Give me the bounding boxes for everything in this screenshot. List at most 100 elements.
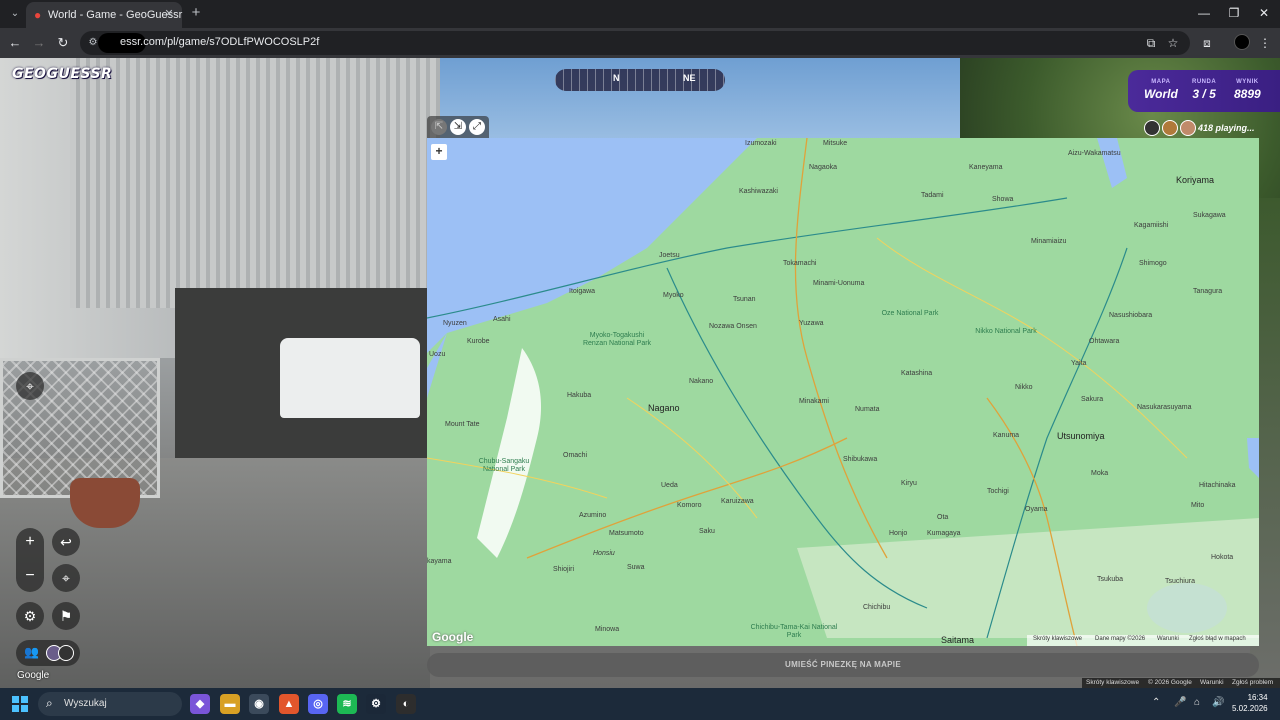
sv-terms-link[interactable]: Warunki xyxy=(1200,679,1224,686)
taskbar-search[interactable]: ⌕ Wyszukaj xyxy=(38,692,182,716)
copilot-app-icon[interactable]: ◆ xyxy=(190,694,210,714)
map-label-kayama: kayama xyxy=(427,558,452,565)
map-label-nagaoka: Nagaoka xyxy=(809,164,838,171)
map-label-sakura: Sakura xyxy=(1081,396,1104,403)
map-label-nikko: Nikko xyxy=(1015,384,1033,391)
map-label-minamiaizu: Minamiaizu xyxy=(1031,238,1067,245)
map-label-itoigawa: Itoigawa xyxy=(569,288,596,295)
system-clock[interactable]: 16:34 5.02.2026 xyxy=(1232,692,1268,714)
map-label-tanagura: Tanagura xyxy=(1193,288,1223,295)
map-report-link[interactable]: Zgłoś błąd w mapach xyxy=(1189,636,1246,642)
network-icon[interactable]: ⌂ xyxy=(1194,697,1200,708)
player-avatar xyxy=(1144,120,1160,136)
spotify-app-icon[interactable]: ≋ xyxy=(337,694,357,714)
settings-gear-icon[interactable]: ⚙ xyxy=(16,602,44,630)
undo-move-icon[interactable]: ↩ xyxy=(52,528,80,556)
streetview-attribution: Skróty klawiszowe © 2026 Google Warunki … xyxy=(1082,678,1280,688)
browser-tab[interactable]: ● World - Game - GeoGuessr ✕ xyxy=(26,2,182,28)
map-label-nasushiobara: Nasushiobara xyxy=(1109,312,1153,319)
install-app-icon[interactable]: ⧉ xyxy=(1142,34,1160,52)
taskbar-search-placeholder: Wyszukaj xyxy=(64,698,107,709)
map-label-moka: Moka xyxy=(1091,470,1109,477)
tray-overflow-icon[interactable]: ⌃ xyxy=(1152,697,1160,708)
map-enlarge-icon[interactable]: ⇲ xyxy=(450,119,466,135)
microphone-icon[interactable]: 🎤 xyxy=(1174,697,1186,708)
map-size-controls: ⇱ ⇲ ⤢ xyxy=(427,116,489,138)
players-online: 418 playing... xyxy=(1142,120,1280,136)
map-pin-size-icon[interactable]: ⇱ xyxy=(431,119,447,135)
map-google-logo: Google xyxy=(432,630,474,644)
map-shortcuts-link[interactable]: Skróty klawiszowe xyxy=(1033,636,1082,642)
sv-shortcuts-link[interactable]: Skróty klawiszowe xyxy=(1086,679,1139,686)
map-value: World xyxy=(1144,87,1178,101)
party-chat-button[interactable]: 👥 xyxy=(16,640,80,666)
map-label-saitama: Saitama xyxy=(941,635,975,645)
pin-marker-icon[interactable]: ⌖ xyxy=(16,372,44,400)
extensions-icon[interactable]: ⧈ xyxy=(1198,34,1216,52)
map-zoom-in-button[interactable]: + xyxy=(431,144,447,160)
guess-map[interactable]: + Izumozaki Mitsuke Nagaoka Kashiwazaki … xyxy=(427,138,1259,646)
round-value: 3 / 5 xyxy=(1192,87,1216,101)
people-icon: 👥 xyxy=(24,645,39,659)
map-label-myoko-park: Myoko-Togakushi Renzan National Park xyxy=(582,332,652,347)
search-icon: ⌕ xyxy=(46,696,53,710)
map-label-tokamachi: Tokamachi xyxy=(783,260,817,267)
map-label-komoro: Komoro xyxy=(677,502,702,509)
back-icon[interactable]: ← xyxy=(6,34,24,52)
map-label-chichibu: Chichibu xyxy=(863,604,891,611)
tab-search-chevron-icon[interactable]: ⌄ xyxy=(6,5,24,23)
map-label-kiryu: Kiryu xyxy=(901,480,917,487)
forward-icon[interactable]: → xyxy=(30,34,48,52)
map-label-hakuba: Hakuba xyxy=(567,392,592,399)
bookmark-star-icon[interactable]: ☆ xyxy=(1164,34,1182,52)
volume-icon[interactable]: 🔊 xyxy=(1212,697,1224,708)
discord-app-icon[interactable]: ◎ xyxy=(308,694,328,714)
flag-icon[interactable]: ⚑ xyxy=(52,602,80,630)
profile-avatar[interactable] xyxy=(1234,34,1250,50)
map-label: MAPA xyxy=(1151,79,1171,85)
zoom-out-button[interactable]: − xyxy=(16,562,44,590)
game-status-panel: MAPA World RUNDA 3 / 5 WYNIK 8899 xyxy=(1128,70,1280,112)
restore-icon[interactable]: ❐ xyxy=(1226,4,1242,22)
sv-report-link[interactable]: Zgłoś problem xyxy=(1232,679,1273,686)
reload-icon[interactable]: ↻ xyxy=(54,34,72,52)
map-label-tsukuba: Tsukuba xyxy=(1097,576,1124,583)
score-label: WYNIK xyxy=(1236,79,1259,85)
return-to-start-icon[interactable]: ⌖ xyxy=(52,564,80,592)
map-terms-link[interactable]: Warunki xyxy=(1157,636,1179,642)
map-label-chichibu-park: Chichibu-Tama-Kai National Park xyxy=(750,624,838,639)
score-value: 8899 xyxy=(1234,87,1261,101)
new-tab-button[interactable]: + xyxy=(188,5,204,21)
map-expand-icon[interactable]: ⤢ xyxy=(469,119,485,135)
brave-app-icon[interactable]: ▲ xyxy=(279,694,299,714)
map-label-sukagawa: Sukagawa xyxy=(1193,212,1226,219)
map-label-hokota: Hokota xyxy=(1211,554,1234,561)
map-label-honjo: Honjo xyxy=(889,530,908,537)
map-label-uozu: Uozu xyxy=(429,351,446,358)
url-text[interactable]: essr.com/pl/game/s7ODLfPWOCOSLP2f xyxy=(120,36,319,48)
place-pin-button[interactable]: UMIEŚĆ PINEZKĘ NA MAPIE xyxy=(427,653,1259,677)
game-viewport[interactable]: N NE GEOGUESSR MAPA World RUNDA 3 / 5 WY… xyxy=(0,58,1280,688)
map-label-yaita: Yaita xyxy=(1071,360,1087,367)
map-label-showa: Showa xyxy=(992,196,1014,203)
menu-kebab-icon[interactable]: ⋮ xyxy=(1256,34,1274,52)
map-label-mito: Mito xyxy=(1191,502,1205,509)
close-tab-icon[interactable]: ✕ xyxy=(162,7,176,21)
github-desktop-icon[interactable]: ◐ xyxy=(396,694,416,714)
map-label-tochigi: Tochigi xyxy=(987,488,1009,495)
windows-start-icon[interactable] xyxy=(12,696,28,712)
minimize-icon[interactable]: — xyxy=(1196,4,1212,22)
round-label: RUNDA xyxy=(1192,79,1217,85)
zoom-in-button[interactable]: + xyxy=(16,528,44,556)
browser-toolbar: ← → ↻ ⚙ essr.com/pl/game/s7ODLfPWOCOSLP2… xyxy=(0,28,1280,58)
geoguessr-logo[interactable]: GEOGUESSR xyxy=(12,66,112,82)
chrome-app-icon[interactable]: ◉ xyxy=(249,694,269,714)
map-label-saku: Saku xyxy=(699,528,715,535)
address-bar[interactable]: ⚙ essr.com/pl/game/s7ODLfPWOCOSLP2f xyxy=(80,31,1190,55)
steam-app-icon[interactable]: ⚙ xyxy=(366,694,386,714)
file-explorer-icon[interactable]: ▬ xyxy=(220,694,240,714)
map-label-ota: Ota xyxy=(937,514,949,521)
close-window-icon[interactable]: ✕ xyxy=(1256,4,1272,22)
map-label-hitachinaka: Hitachinaka xyxy=(1199,482,1236,489)
map-label-koriyama: Koriyama xyxy=(1176,175,1215,185)
